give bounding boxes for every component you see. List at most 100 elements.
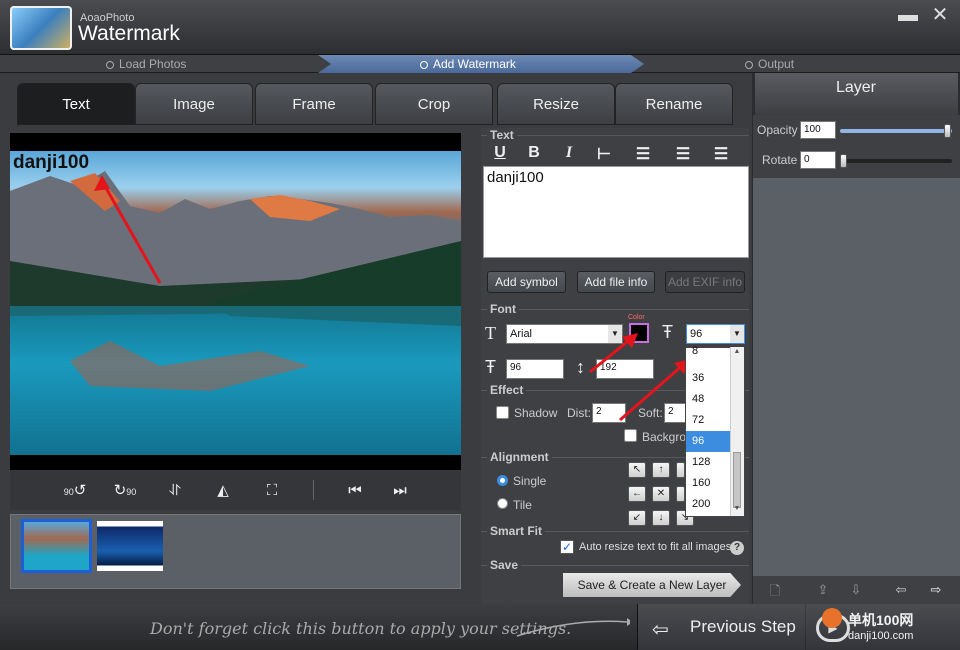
section-title-alignment: Alignment — [487, 450, 552, 464]
site-watermark-name: 单机100网 — [848, 612, 914, 628]
mountain-scene — [10, 171, 461, 456]
shadow-checkbox[interactable] — [496, 406, 509, 419]
section-divider — [481, 309, 749, 310]
rotate-slider[interactable] — [840, 159, 952, 163]
watermark-text-input[interactable]: danji100 — [483, 166, 749, 258]
step-add-watermark[interactable]: Add Watermark — [420, 56, 516, 72]
watermark-text-preview[interactable]: danji100 — [13, 152, 89, 174]
background-checkbox[interactable] — [624, 429, 637, 442]
section-title-effect: Effect — [487, 383, 527, 397]
tile-radio[interactable] — [497, 498, 508, 509]
thumbnail-lake[interactable] — [21, 519, 92, 573]
tile-label: Tile — [513, 498, 532, 512]
align-right-icon[interactable]: ☰ — [709, 144, 733, 163]
step-dot-icon — [745, 61, 753, 69]
size-option[interactable]: 200 — [690, 494, 730, 515]
hint-swoosh — [516, 618, 630, 637]
align-left-arrow-icon[interactable]: ← — [628, 486, 646, 502]
opacity-slider[interactable] — [840, 129, 952, 133]
size-option-selected[interactable]: 96 — [686, 431, 730, 452]
align-bottom-icon[interactable]: ↓ — [652, 510, 670, 526]
strikethrough-icon[interactable]: ⊢ — [592, 144, 616, 163]
align-bottom-left-icon[interactable]: ↙ — [628, 510, 646, 526]
opacity-slider-thumb[interactable] — [944, 124, 951, 138]
size-option[interactable]: 8 — [690, 346, 730, 358]
auto-resize-checkbox[interactable]: ✓ — [560, 540, 574, 554]
site-logo-icon — [822, 608, 842, 628]
tab-image[interactable]: Image — [135, 83, 253, 125]
dropdown-scroll-thumb[interactable] — [733, 452, 741, 508]
flip-vertical-icon[interactable]: ⥯ — [161, 478, 189, 504]
move-layer-up-icon[interactable]: ⇪ — [812, 582, 834, 600]
section-title-font: Font — [487, 302, 519, 316]
brand-title: Watermark — [78, 22, 180, 45]
tab-resize[interactable]: Resize — [497, 83, 615, 125]
step-load-photos[interactable]: Load Photos — [106, 56, 186, 72]
align-top-icon[interactable]: ↑ — [652, 462, 670, 478]
align-left-icon[interactable]: ☰ — [631, 144, 655, 163]
tab-crop[interactable]: Crop — [375, 83, 493, 125]
toolbar-divider — [313, 480, 314, 500]
align-right-arrow-icon[interactable] — [676, 486, 685, 502]
add-file-info-button[interactable]: Add file info — [577, 271, 655, 293]
section-title-text: Text — [487, 128, 517, 142]
import-layer-icon[interactable]: ⇨ — [925, 582, 947, 600]
site-watermark-url: danji100.com — [848, 630, 914, 642]
section-title-save: Save — [487, 558, 522, 572]
tab-rename[interactable]: Rename — [615, 83, 733, 125]
step-dot-icon — [106, 61, 114, 69]
align-center-x-icon[interactable]: ✕ — [652, 486, 670, 502]
rotate-slider-thumb[interactable] — [840, 154, 847, 168]
next-photo-icon[interactable]: ⏭ — [386, 478, 414, 504]
opacity-label: Opacity — [757, 123, 798, 137]
size-option[interactable]: 48 — [690, 389, 730, 410]
size-option[interactable]: 36 — [690, 368, 730, 389]
rotate-label: Rotate — [762, 153, 798, 167]
move-layer-down-icon[interactable]: ⇩ — [845, 582, 867, 600]
rotate-spinner[interactable]: 0 — [800, 151, 836, 169]
italic-icon[interactable]: I — [557, 144, 581, 162]
step-output[interactable]: Output — [745, 56, 794, 72]
rotate-left-90-icon[interactable]: 90↺ — [61, 478, 89, 504]
apply-settings-hint: Don't forget click this button to apply … — [150, 619, 572, 638]
save-create-layer-button[interactable]: Save & Create a New Layer — [563, 573, 741, 597]
scroll-up-icon[interactable]: ▲ — [733, 348, 741, 358]
single-radio[interactable] — [497, 475, 508, 486]
tab-frame[interactable]: Frame — [255, 83, 373, 125]
align-top-right-icon[interactable] — [676, 462, 685, 478]
app-logo-icon — [10, 6, 72, 50]
help-icon[interactable]: ? — [730, 541, 744, 555]
char-width-icon: Ŧ — [485, 357, 496, 377]
step-dot-icon — [420, 61, 428, 69]
font-type-icon: T — [485, 323, 496, 343]
preview-photo — [10, 151, 461, 456]
section-divider — [481, 565, 749, 566]
minimize-icon[interactable]: ▬ — [893, 3, 923, 29]
size-option[interactable]: 160 — [690, 473, 730, 494]
thumbnail-night[interactable] — [97, 521, 163, 571]
align-center-icon[interactable]: ☰ — [671, 144, 695, 163]
size-option[interactable]: 72 — [690, 410, 730, 431]
opacity-spinner[interactable]: 100 — [800, 121, 836, 139]
align-top-left-icon[interactable]: ↖ — [628, 462, 646, 478]
add-symbol-button[interactable]: Add symbol — [487, 271, 566, 293]
fit-screen-icon[interactable]: ⛶ — [258, 478, 286, 504]
single-label: Single — [513, 474, 547, 488]
char-width-spinner[interactable]: 96 — [506, 359, 564, 379]
section-title-smartfit: Smart Fit — [487, 524, 546, 538]
flip-horizontal-icon[interactable]: ◭ — [209, 478, 237, 504]
arrow-left-icon: ⇦ — [652, 619, 669, 641]
tab-text[interactable]: Text — [17, 83, 135, 125]
bold-icon[interactable]: B — [522, 144, 546, 162]
previous-photo-icon[interactable]: ⏮ — [341, 478, 369, 504]
rotate-right-90-icon[interactable]: ↻90 — [111, 478, 139, 504]
chevron-down-icon: ▼ — [730, 325, 744, 343]
delete-layer-icon[interactable]: 🗋 — [764, 582, 786, 600]
size-option[interactable]: 128 — [690, 452, 730, 473]
underline-icon[interactable]: U — [488, 144, 512, 162]
scroll-down-icon[interactable]: ▼ — [733, 505, 741, 515]
export-layer-icon[interactable]: ⇦ — [890, 582, 912, 600]
auto-resize-label: Auto resize text to fit all images. — [579, 541, 735, 553]
close-icon[interactable]: ✕ — [925, 3, 955, 29]
layer-list — [753, 178, 960, 576]
